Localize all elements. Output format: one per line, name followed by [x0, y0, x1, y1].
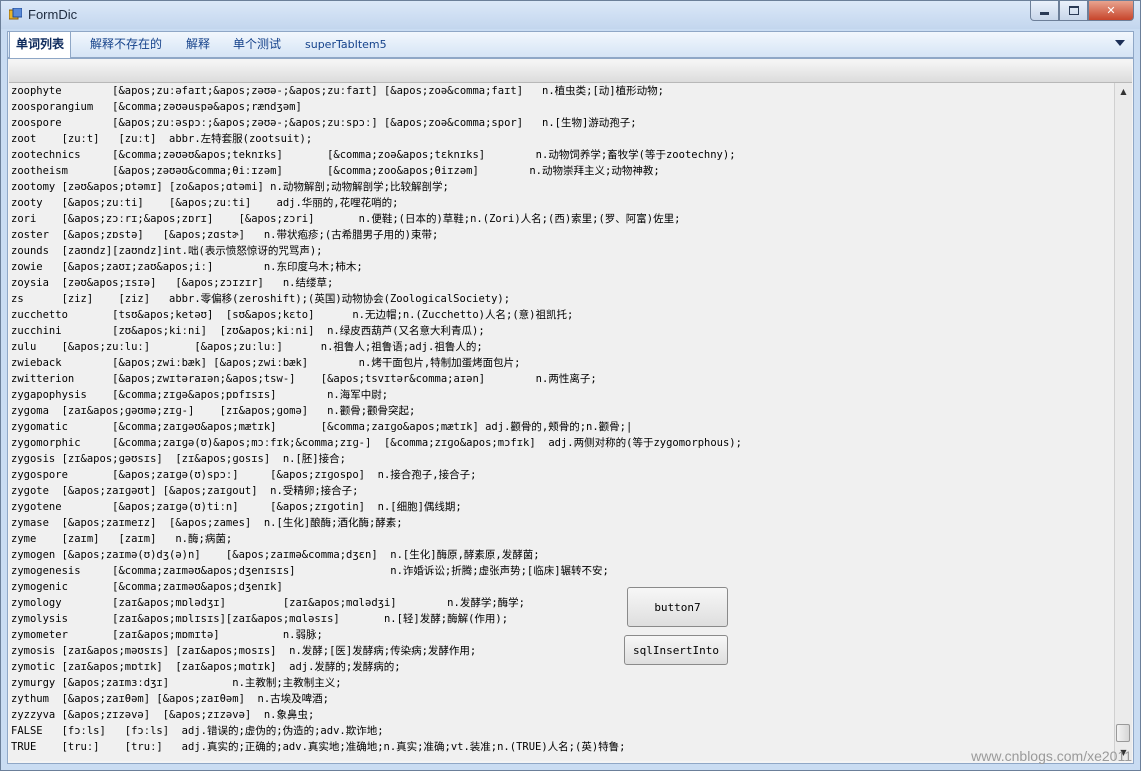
window-title: FormDic — [28, 7, 78, 22]
tab-missing-explanations[interactable]: 解释不存在的 — [84, 32, 168, 57]
text-line: zymometer [zaɪ&apos;mɒmɪtə] n.弱脉; — [11, 629, 323, 641]
text-line: zyme [zaɪm] [zaɪm] n.酶;病菌; — [11, 533, 233, 545]
tab-content-panel: zoophyte [&apos;zuːəfaɪt;&apos;zəʊə-;&ap… — [7, 58, 1134, 764]
text-line: zymolysis [zaɪ&apos;mɒlɪsɪs][zaɪ&apos;mɑ… — [11, 613, 509, 625]
text-line: zowie [&apos;zaʊɪ;zaʊ&apos;iː] n.东印度乌木;柿… — [11, 261, 363, 273]
text-line: zwitterion [&apos;zwɪtəraɪən;&apos;tsw-]… — [11, 373, 597, 385]
text-line: zygotene [&apos;zaɪɡə(ʊ)tiːn] [&apos;zɪɡ… — [11, 501, 462, 513]
minimize-icon — [1040, 12, 1049, 15]
minimize-button[interactable] — [1030, 1, 1059, 21]
close-button[interactable]: ✕ — [1088, 1, 1134, 21]
text-line: zygomorphic [&comma;zaɪɡə(ʊ)&apos;mɔːfɪk… — [11, 437, 742, 449]
vertical-scrollbar[interactable]: ▲ ▼ — [1114, 83, 1132, 761]
maximize-button[interactable] — [1059, 1, 1088, 21]
app-icon — [9, 8, 22, 20]
text-line: zootomy [zəʊ&apos;ɒtəmɪ] [zo&apos;ɑtəmi]… — [11, 181, 449, 193]
text-line: zygosis [zɪ&apos;ɡəʊsɪs] [zɪ&apos;ɡosɪs]… — [11, 453, 346, 465]
word-list-textbox[interactable]: zoophyte [&apos;zuːəfaɪt;&apos;zəʊə-;&ap… — [9, 83, 1114, 761]
text-line: zoosporangium [&comma;zəʊəuspə&apos;rænd… — [11, 101, 302, 113]
text-line: zymase [&apos;zaɪmeɪz] [&apos;zames] n.[… — [11, 517, 403, 529]
tab-word-list[interactable]: 单词列表 — [9, 31, 72, 59]
tab-single-test[interactable]: 单个测试 — [227, 32, 287, 57]
watermark: www.cnblogs.com/xe2011 — [971, 748, 1132, 764]
text-line: zymogen [&apos;zaɪmə(ʊ)dʒ(ə)n] [&apos;za… — [11, 549, 540, 561]
text-line: zymotic [zaɪ&apos;mɒtɪk] [zaɪ&apos;mɑtɪk… — [11, 661, 401, 673]
text-line: zythum [&apos;zaɪθəm] [&apos;zaɪθəm] n.古… — [11, 693, 330, 705]
text-line: zygomatic [&comma;zaɪɡəʊ&apos;mætɪk] [&c… — [11, 421, 633, 433]
text-line: zori [&apos;zɔːrɪ;&apos;zɒrɪ] [&apos;zɔr… — [11, 213, 681, 225]
text-line: zootheism [&apos;zəʊəʊ&comma;θiːɪzəm] [&… — [11, 165, 660, 177]
text-line: zygospore [&apos;zaɪɡə(ʊ)spɔː] [&apos;zɪ… — [11, 469, 477, 481]
title-bar[interactable]: FormDic ✕ — [1, 1, 1140, 29]
tab-explanation[interactable]: 解释 — [180, 32, 216, 57]
text-line: zymology [zaɪ&apos;mɒlədʒɪ] [zaɪ&apos;mɑ… — [11, 597, 525, 609]
sqlinsertinto-button[interactable]: sqlInsertInto — [624, 635, 728, 665]
text-line: zygapophysis [&comma;zɪɡə&apos;pɒfɪsɪs] … — [11, 389, 389, 401]
text-line: zoster [&apos;zɒstə] [&apos;zɑstɚ] n.带状疱… — [11, 229, 439, 241]
text-line: zucchetto [tsʊ&apos;ketəʊ] [sʊ&apos;kɛto… — [11, 309, 574, 321]
panel-header-strip — [9, 62, 1132, 83]
text-line: zs [ziz] [ziz] abbr.零偏移(zeroshift);(英国)动… — [11, 293, 511, 305]
text-line: zygoma [zaɪ&apos;ɡəʊmə;zɪɡ-] [zɪ&apos;ɡo… — [11, 405, 416, 417]
text-line: zyzzyva [&apos;zɪzəvə] [&apos;zɪzəvə] n.… — [11, 709, 315, 721]
text-line: zymurgy [&apos;zaɪmɜːdʒɪ] n.主教制;主教制主义; — [11, 677, 342, 689]
text-line: zulu [&apos;zuːluː] [&apos;zuːluː] n.祖鲁人… — [11, 341, 483, 353]
main-window: FormDic ✕ 单词列表 解释不存在的 解释 单个测试 superTabIt… — [0, 0, 1141, 771]
text-line: zootechnics [&comma;zəʊəʊ&apos;teknɪks] … — [11, 149, 736, 161]
text-line: zoot [zuːt] [zuːt] abbr.左特套服(zootsuit); — [11, 133, 313, 145]
button7-button[interactable]: button7 — [627, 587, 728, 627]
text-line: FALSE [fɔːls] [fɔːls] adj.错误的;虚伪的;伪造的;ad… — [11, 725, 384, 737]
scroll-up-icon[interactable]: ▲ — [1115, 83, 1132, 100]
tab-supertabitem5[interactable]: superTabItem5 — [299, 32, 393, 57]
text-line: zygote [&apos;zaɪɡəʊt] [&apos;zaɪɡout] n… — [11, 485, 359, 497]
text-line: zucchini [zʊ&apos;kiːni] [zʊ&apos;kiːni]… — [11, 325, 485, 337]
maximize-icon — [1068, 6, 1079, 15]
text-line: zooty [&apos;zuːti] [&apos;zuːti] adj.华丽… — [11, 197, 399, 209]
text-line: TRUE [truː] [truː] adj.真实的;正确的;adv.真实地;准… — [11, 741, 626, 753]
text-line: zoospore [&apos;zuːəspɔː;&apos;zəʊə-;&ap… — [11, 117, 637, 129]
text-line: zymosis [zaɪ&apos;məʊsɪs] [zaɪ&apos;mosɪ… — [11, 645, 477, 657]
text-line: zwieback [&apos;zwiːbæk] [&apos;zwiːbæk]… — [11, 357, 521, 369]
text-line: zoophyte [&apos;zuːəfaɪt;&apos;zəʊə-;&ap… — [11, 85, 664, 97]
text-line: zymogenesis [&comma;zaɪməʊ&apos;dʒenɪsɪs… — [11, 565, 609, 577]
text-line: zounds [zaʊndz][zaʊndz]int.咄(表示愤怒惊讶的咒骂声)… — [11, 245, 323, 257]
tab-strip: 单词列表 解释不存在的 解释 单个测试 superTabItem5 — [7, 31, 1134, 59]
text-line: zoysia [zəʊ&apos;ɪsɪə] [&apos;zɔɪzɪr] n.… — [11, 277, 334, 289]
scrollbar-thumb[interactable] — [1116, 724, 1130, 742]
text-line: zymogenic [&comma;zaɪməʊ&apos;dʒenɪk] — [11, 581, 283, 593]
close-icon: ✕ — [1106, 4, 1116, 17]
chevron-down-icon[interactable] — [1115, 40, 1125, 46]
